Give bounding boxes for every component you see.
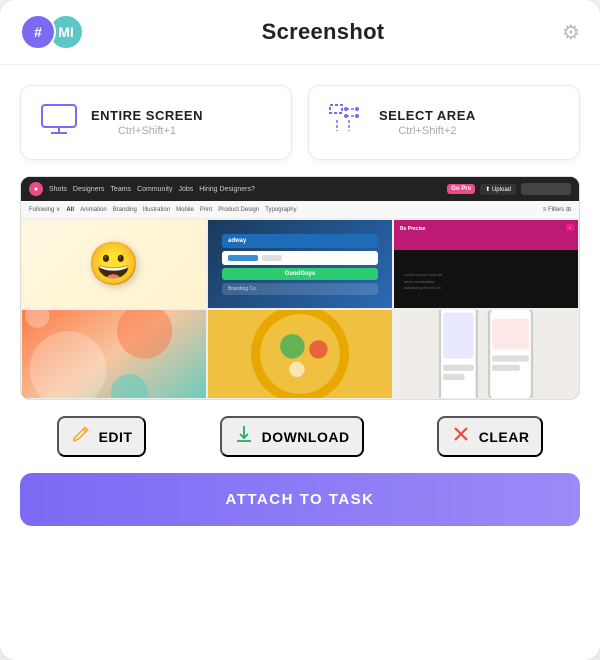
nav-jobs: Jobs	[178, 186, 193, 193]
select-area-shortcut: Ctrl+Shift+2	[379, 125, 476, 137]
edit-button[interactable]: EDIT	[57, 416, 147, 457]
nav-designers: Designers	[73, 186, 105, 193]
grid-item-6	[393, 309, 579, 399]
fake-all: All	[66, 207, 74, 213]
download-label: DOWNLOAD	[262, 429, 350, 445]
entire-screen-shortcut: Ctrl+Shift+1	[91, 125, 203, 137]
fake-illustration: Illustration	[143, 207, 170, 213]
select-area-label: SELECT AREA	[379, 108, 476, 123]
fake-filter-bar: Following ∨ All Animation Branding Illus…	[21, 201, 579, 219]
fake-typography: Typography	[265, 207, 296, 213]
nav-teams: Teams	[110, 186, 131, 193]
entire-screen-label: ENTIRE SCREEN	[91, 108, 203, 123]
grid-item-4: × close	[21, 309, 207, 399]
clear-button[interactable]: CLEAR	[437, 416, 544, 457]
clear-icon	[451, 424, 471, 449]
select-area-button[interactable]: SELECT AREA Ctrl+Shift+2	[308, 85, 580, 160]
fake-gopro-btn: Go Pro	[447, 184, 475, 194]
fake-dribbble-logo: ●	[29, 182, 43, 196]
edit-icon	[71, 424, 91, 449]
fake-nav-right: Go Pro ⬆ Upload	[447, 183, 571, 195]
avatar-hash: #	[20, 14, 56, 50]
grid-item-2: adway GoodGuys Branding Co.	[207, 219, 393, 309]
download-button[interactable]: DOWNLOAD	[220, 416, 364, 457]
app-window: # MI Screenshot ⚙ ENTIRE SCREEN Ctrl+Shi…	[0, 0, 600, 660]
attach-to-task-button[interactable]: ATTACH TO TASK	[20, 473, 580, 526]
fake-mobile: Mobile	[176, 207, 194, 213]
smiley-emoji: 😀	[88, 240, 140, 289]
dark-badge: ×	[566, 224, 574, 231]
download-icon	[234, 424, 254, 449]
grid-item-5	[207, 309, 393, 399]
edit-label: EDIT	[99, 429, 133, 445]
fake-print: Print	[200, 207, 212, 213]
fake-browser-nav: ● Shots Designers Teams Community Jobs H…	[21, 177, 579, 201]
select-area-icon	[329, 104, 365, 141]
nav-hiring: Hiring Designers?	[199, 186, 255, 193]
capture-options: ENTIRE SCREEN Ctrl+Shift+1 SE	[0, 65, 600, 176]
grid-item-3: Be Precise Lorem ipsum dolor sitamet con…	[393, 219, 579, 309]
dark-accent	[394, 220, 578, 250]
fake-animation: Animation	[80, 207, 107, 213]
select-area-label-group: SELECT AREA Ctrl+Shift+2	[379, 108, 476, 137]
avatar-group: # MI	[20, 14, 84, 50]
fake-product: Product Design	[218, 207, 259, 213]
fake-filters-right: ≡ Filters ⊞	[543, 206, 571, 213]
entire-screen-label-group: ENTIRE SCREEN Ctrl+Shift+1	[91, 108, 203, 137]
fake-nav-items: Shots Designers Teams Community Jobs Hir…	[49, 186, 255, 193]
entire-screen-button[interactable]: ENTIRE SCREEN Ctrl+Shift+1	[20, 85, 292, 160]
settings-icon[interactable]: ⚙	[562, 20, 580, 45]
grid-item-1: 😀	[21, 219, 207, 309]
clear-label: CLEAR	[479, 429, 530, 445]
action-buttons: EDIT DOWNLOAD CLEAR	[0, 400, 600, 473]
nav-community: Community	[137, 186, 172, 193]
fake-branding: Branding	[113, 207, 137, 213]
page-title: Screenshot	[262, 19, 385, 45]
attach-section: ATTACH TO TASK	[0, 473, 600, 546]
monitor-icon	[41, 104, 77, 141]
nav-shots: Shots	[49, 186, 67, 193]
screenshot-preview: ● Shots Designers Teams Community Jobs H…	[20, 176, 580, 400]
fake-upload-btn: ⬆ Upload	[480, 184, 516, 195]
fake-following: Following ∨	[29, 206, 60, 213]
fake-search-bar	[521, 183, 571, 195]
header: # MI Screenshot ⚙	[0, 0, 600, 65]
fake-screenshot-grid: 😀 adway GoodGuys Branding Co. Be Precise	[21, 219, 579, 399]
